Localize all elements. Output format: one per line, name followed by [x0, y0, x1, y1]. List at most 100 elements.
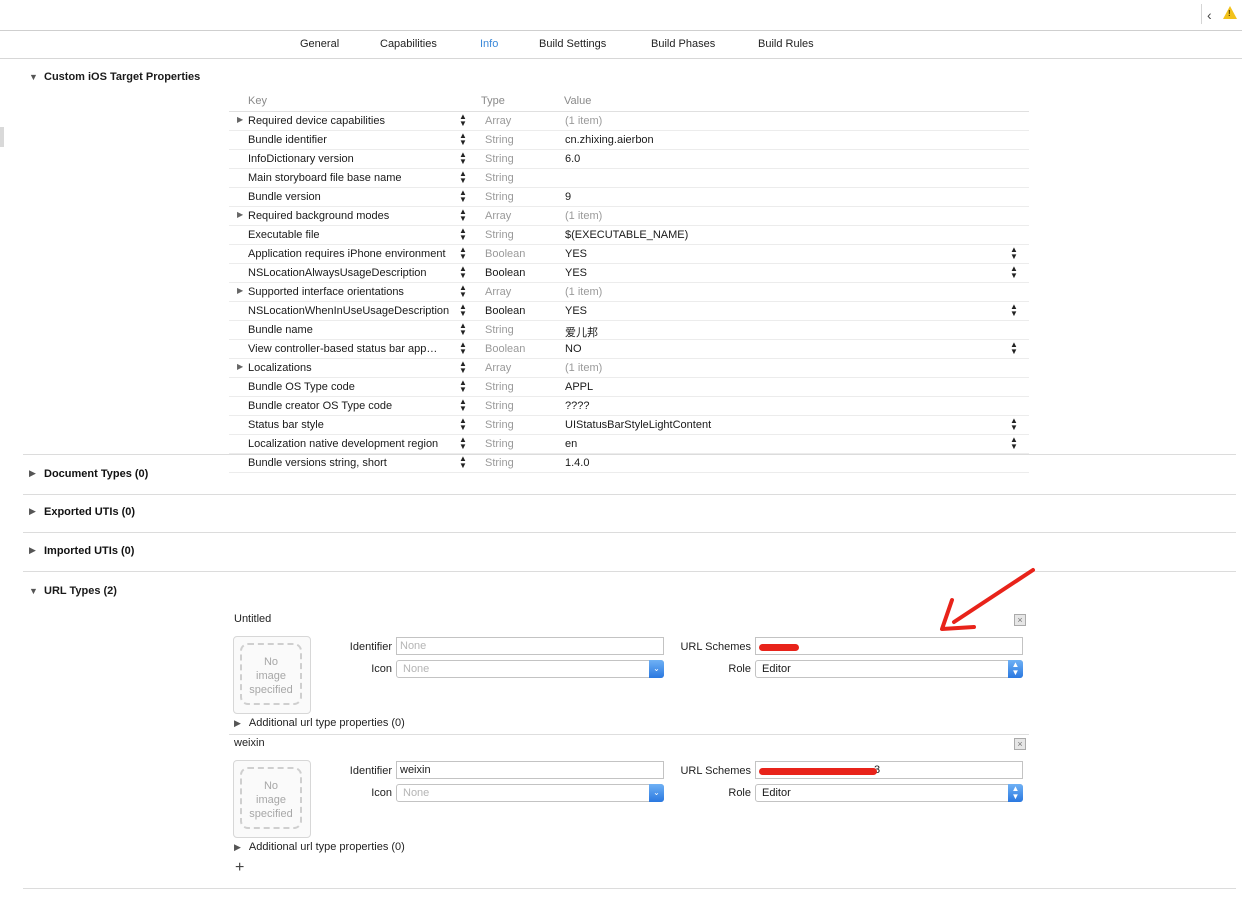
column-header-key[interactable]: Key: [248, 95, 267, 107]
plist-row[interactable]: Application requires iPhone environment ▲…: [229, 245, 1029, 264]
plist-value[interactable]: cn.zhixing.aierbon: [565, 134, 654, 146]
plist-value[interactable]: YES: [565, 267, 587, 279]
disclosure-collapsed-icon[interactable]: ▶: [237, 115, 243, 124]
updown-icon[interactable]: ▲ ▼: [1008, 660, 1023, 678]
plist-type[interactable]: Boolean: [485, 267, 525, 279]
plist-type[interactable]: Boolean: [485, 343, 525, 355]
updown-icon[interactable]: ▲ ▼: [1008, 784, 1023, 802]
identifier-field[interactable]: weixin: [396, 761, 664, 779]
section-document-types[interactable]: ▶ Document Types (0): [23, 454, 1236, 495]
updown-icon[interactable]: ▲ ▼: [459, 398, 467, 413]
disclosure-collapsed-icon[interactable]: ▶: [29, 545, 36, 556]
plist-type[interactable]: String: [485, 134, 514, 146]
plist-type[interactable]: Array: [485, 115, 511, 127]
tab-build-rules[interactable]: Build Rules: [758, 38, 814, 50]
plist-type[interactable]: Array: [485, 362, 511, 374]
plist-value[interactable]: APPL: [565, 381, 593, 393]
plist-row[interactable]: Bundle name ▲ ▼ String 爱儿邦: [229, 321, 1029, 340]
plist-row[interactable]: View controller-based status bar app… ▲ ▼ B…: [229, 340, 1029, 359]
plist-row[interactable]: Bundle version ▲ ▼ String 9: [229, 188, 1029, 207]
updown-icon[interactable]: ▲ ▼: [1010, 246, 1018, 261]
plist-type[interactable]: String: [485, 400, 514, 412]
plist-value[interactable]: YES: [565, 248, 587, 260]
plist-row[interactable]: InfoDictionary version ▲ ▼ String 6.0: [229, 150, 1029, 169]
updown-icon[interactable]: ▲ ▼: [459, 189, 467, 204]
plist-value[interactable]: (1 item): [565, 210, 602, 222]
plist-key[interactable]: NSLocationAlwaysUsageDescription: [248, 267, 458, 279]
plist-key[interactable]: Required background modes: [248, 210, 458, 222]
plist-type[interactable]: String: [485, 419, 514, 431]
updown-icon[interactable]: ▲ ▼: [459, 436, 467, 451]
updown-icon[interactable]: ▲ ▼: [459, 284, 467, 299]
role-popup[interactable]: Editor ▲ ▼: [755, 660, 1023, 678]
plist-key[interactable]: Bundle identifier: [248, 134, 458, 146]
updown-icon[interactable]: ▲ ▼: [459, 132, 467, 147]
plist-key[interactable]: Main storyboard file base name: [248, 172, 458, 184]
plist-row[interactable]: ▶ Required device capabilities ▲ ▼ Array (1 i…: [229, 112, 1029, 131]
updown-icon[interactable]: ▲ ▼: [459, 341, 467, 356]
tab-general[interactable]: General: [300, 38, 339, 50]
plist-row[interactable]: ▶ Required background modes ▲ ▼ Array (1 item…: [229, 207, 1029, 226]
updown-icon[interactable]: ▲ ▼: [1010, 303, 1018, 318]
plist-type[interactable]: String: [485, 153, 514, 165]
plist-type[interactable]: String: [485, 191, 514, 203]
plist-key[interactable]: Bundle version: [248, 191, 458, 203]
plist-row[interactable]: ▶ Supported interface orientations ▲ ▼ Array…: [229, 283, 1029, 302]
plist-value[interactable]: $(EXECUTABLE_NAME): [565, 229, 688, 241]
url-type-name[interactable]: Untitled: [234, 613, 271, 625]
updown-icon[interactable]: ▲ ▼: [459, 208, 467, 223]
updown-icon[interactable]: ▲ ▼: [459, 379, 467, 394]
plist-value[interactable]: UIStatusBarStyleLightContent: [565, 419, 711, 431]
disclosure-collapsed-icon[interactable]: ▶: [234, 842, 241, 852]
updown-icon[interactable]: ▲ ▼: [459, 170, 467, 185]
additional-properties-disclosure[interactable]: ▶ Additional url type properties (0): [234, 717, 405, 729]
plist-row[interactable]: Executable file ▲ ▼ String $(EXECUTABLE_NAME…: [229, 226, 1029, 245]
plist-value[interactable]: 6.0: [565, 153, 580, 165]
add-url-type-button[interactable]: +: [235, 859, 244, 877]
plist-key[interactable]: Localizations: [248, 362, 458, 374]
disclosure-expanded-icon[interactable]: ▼: [29, 586, 38, 596]
updown-icon[interactable]: ▲ ▼: [459, 113, 467, 128]
icon-combobox[interactable]: None ⌄: [396, 660, 664, 678]
disclosure-collapsed-icon[interactable]: ▶: [237, 286, 243, 295]
plist-row[interactable]: NSLocationWhenInUseUsageDescription ▲ ▼ Boo…: [229, 302, 1029, 321]
updown-icon[interactable]: ▲ ▼: [459, 246, 467, 261]
plist-value[interactable]: NO: [565, 343, 582, 355]
updown-icon[interactable]: ▲ ▼: [459, 265, 467, 280]
icon-combobox[interactable]: None ⌄: [396, 784, 664, 802]
disclosure-collapsed-icon[interactable]: ▶: [237, 362, 243, 371]
plist-row[interactable]: ▶ Localizations ▲ ▼ Array (1 item): [229, 359, 1029, 378]
plist-key[interactable]: InfoDictionary version: [248, 153, 458, 165]
plist-value[interactable]: ????: [565, 400, 589, 412]
disclosure-collapsed-icon[interactable]: ▶: [29, 468, 36, 479]
plist-type[interactable]: String: [485, 438, 514, 450]
plist-type[interactable]: Boolean: [485, 305, 525, 317]
plist-key[interactable]: Status bar style: [248, 419, 458, 431]
updown-icon[interactable]: ▲ ▼: [459, 227, 467, 242]
plist-value[interactable]: (1 item): [565, 115, 602, 127]
plist-value[interactable]: en: [565, 438, 577, 450]
plist-type[interactable]: String: [485, 381, 514, 393]
column-header-value[interactable]: Value: [564, 95, 591, 107]
updown-icon[interactable]: ▲ ▼: [459, 322, 467, 337]
disclosure-collapsed-icon[interactable]: ▶: [29, 506, 36, 517]
additional-properties-disclosure[interactable]: ▶ Additional url type properties (0): [234, 841, 405, 853]
plist-type[interactable]: Array: [485, 286, 511, 298]
url-schemes-field[interactable]: 3: [755, 761, 1023, 779]
section-exported-utis[interactable]: ▶ Exported UTIs (0): [23, 493, 1236, 533]
plist-value[interactable]: YES: [565, 305, 587, 317]
plist-key[interactable]: Required device capabilities: [248, 115, 458, 127]
plist-key[interactable]: Bundle creator OS Type code: [248, 400, 458, 412]
updown-icon[interactable]: ▲ ▼: [459, 360, 467, 375]
plist-key[interactable]: NSLocationWhenInUseUsageDescription: [248, 305, 458, 317]
plist-key[interactable]: Supported interface orientations: [248, 286, 458, 298]
plist-type[interactable]: String: [485, 172, 514, 184]
chevron-left-icon[interactable]: ‹: [1207, 7, 1212, 23]
plist-row[interactable]: Main storyboard file base name ▲ ▼ String: [229, 169, 1029, 188]
updown-icon[interactable]: ▲ ▼: [1010, 265, 1018, 280]
plist-row[interactable]: Bundle creator OS Type code ▲ ▼ String????: [229, 397, 1029, 416]
plist-row[interactable]: Bundle identifier ▲ ▼ String cn.zhixing.aier…: [229, 131, 1029, 150]
plist-type[interactable]: String: [485, 324, 514, 336]
plist-row[interactable]: Status bar style ▲ ▼ String UIStatusBarStyle…: [229, 416, 1029, 435]
close-icon[interactable]: ×: [1014, 738, 1026, 750]
